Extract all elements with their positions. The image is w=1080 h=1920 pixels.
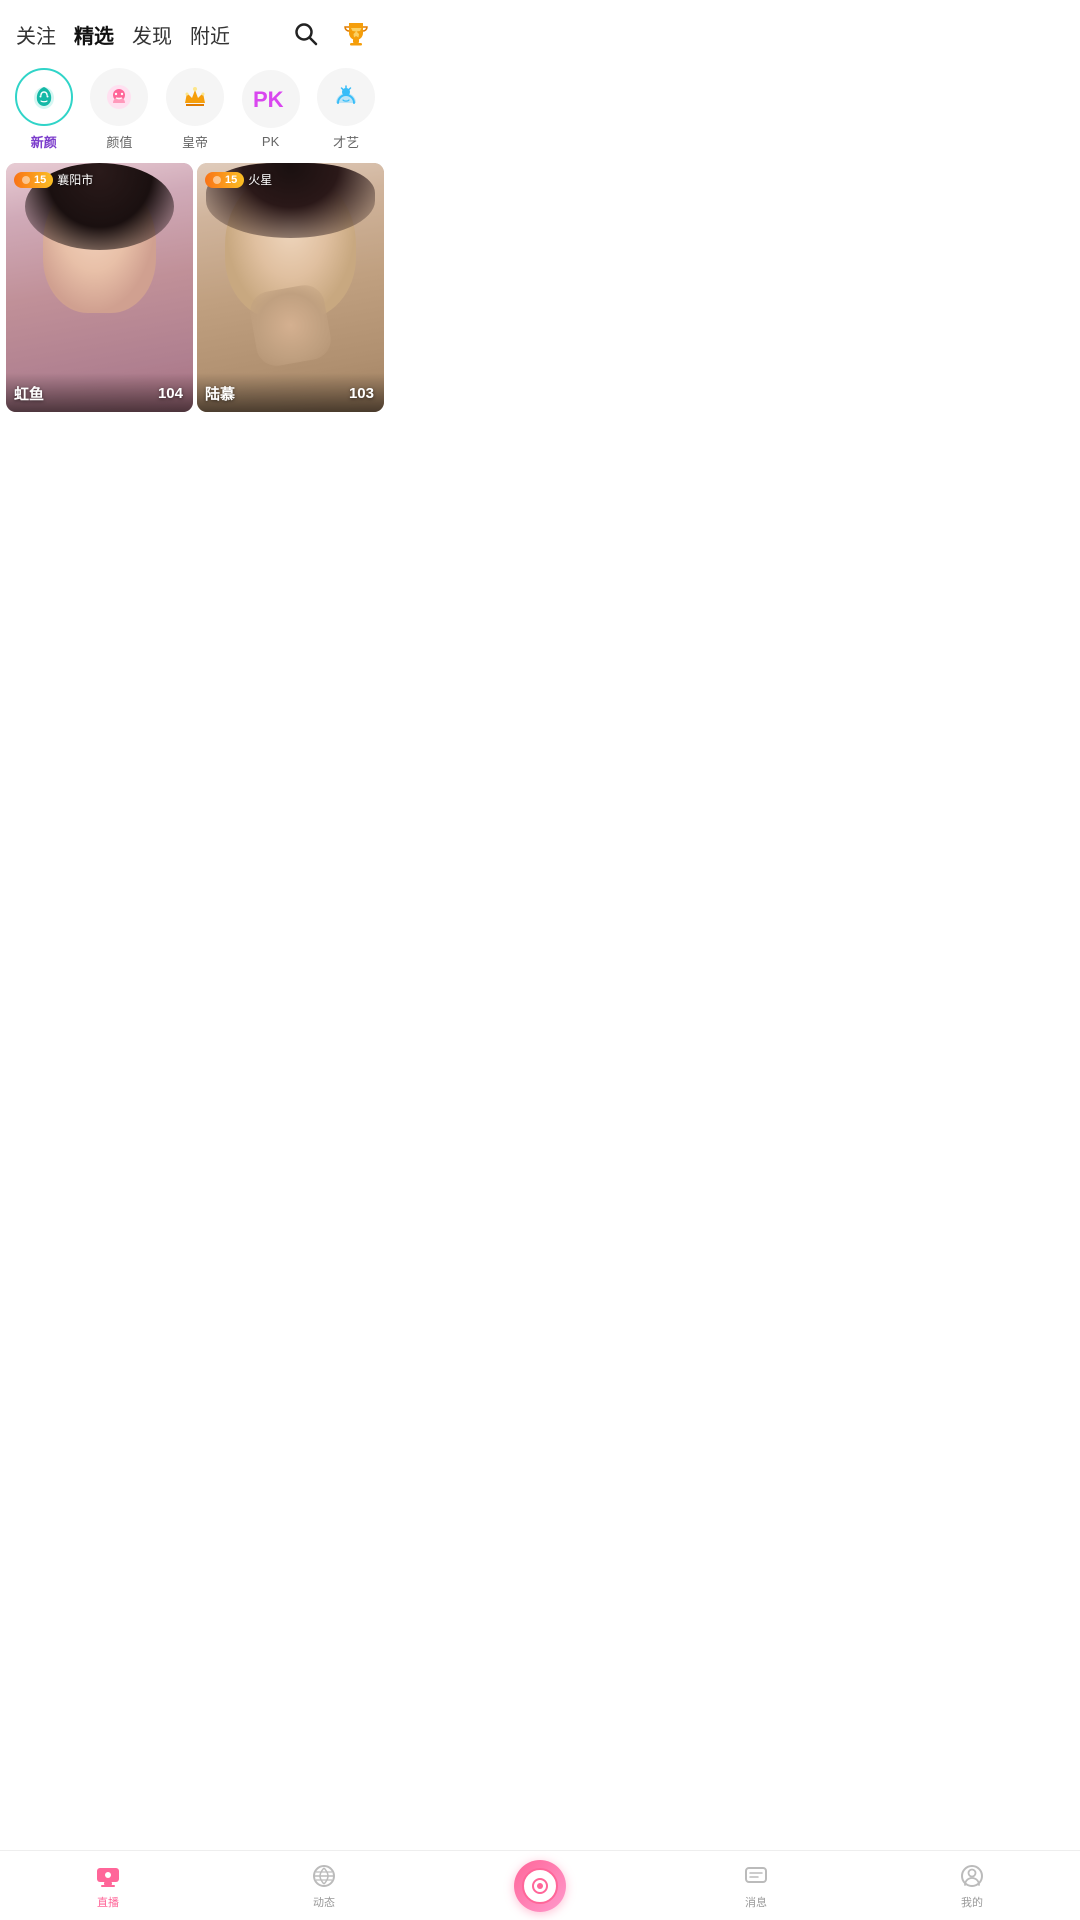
category-row: 新颜 颜值 <box>0 60 390 155</box>
looks-icon-wrap <box>90 68 148 126</box>
nav-messages-label: 消息 <box>745 1894 767 1910</box>
emperor-icon-wrap <box>166 68 224 126</box>
publish-button[interactable] <box>514 1860 566 1912</box>
category-new-face[interactable]: 新颜 <box>10 68 78 151</box>
stream-2-level-badge: 15 <box>205 172 244 188</box>
looks-label: 颜值 <box>106 132 132 151</box>
nav-moments[interactable]: 动态 <box>216 1862 432 1910</box>
stream-1-count: 104 <box>158 385 183 402</box>
talent-icon-wrap <box>317 68 375 126</box>
stream-2-name: 陆慕 <box>205 386 235 403</box>
stream-card-1[interactable]: 15 襄阳市 虹鱼 104 <box>6 163 193 412</box>
tab-nearby[interactable]: 附近 <box>190 20 230 49</box>
stream-2-count: 103 <box>349 385 374 402</box>
search-button[interactable] <box>288 16 324 52</box>
header: 关注 精选 发现 附近 <box>0 0 390 60</box>
new-face-icon-wrap <box>15 68 73 126</box>
stream-1-location: 襄阳市 <box>57 171 93 188</box>
stream-1-name: 虹鱼 <box>14 386 44 403</box>
new-face-label: 新颜 <box>31 132 57 151</box>
live-icon <box>94 1862 122 1890</box>
nav-publish[interactable] <box>432 1860 648 1912</box>
stream-1-badge-area: 15 襄阳市 <box>14 171 93 188</box>
tab-featured[interactable]: 精选 <box>74 20 114 49</box>
category-talent[interactable]: 才艺 <box>312 68 380 151</box>
stream-card-2[interactable]: 15 火星 陆慕 103 <box>197 163 384 412</box>
nav-mine[interactable]: 我的 <box>864 1862 1080 1910</box>
nav-messages[interactable]: 消息 <box>648 1862 864 1910</box>
pk-label: PK <box>262 134 279 149</box>
stream-2-badge-area: 15 火星 <box>205 171 272 188</box>
category-pk[interactable]: PK PK <box>237 70 305 149</box>
stream-1-level-badge: 15 <box>14 172 53 188</box>
stream-grid: 15 襄阳市 虹鱼 104 15 <box>0 155 390 420</box>
header-icons <box>288 16 374 52</box>
publish-icon-wrap <box>522 1868 558 1904</box>
stream-2-location: 火星 <box>248 171 272 188</box>
mine-icon <box>958 1862 986 1890</box>
nav-moments-label: 动态 <box>313 1894 335 1910</box>
category-looks[interactable]: 颜值 <box>86 68 154 151</box>
moments-icon <box>310 1862 338 1890</box>
nav-mine-label: 我的 <box>961 1894 983 1910</box>
nav-live[interactable]: 直播 <box>0 1862 216 1910</box>
talent-label: 才艺 <box>333 132 359 151</box>
bottom-nav: 直播 动态 <box>0 1850 1080 1920</box>
trophy-button[interactable] <box>338 16 374 52</box>
svg-text:PK: PK <box>253 87 284 112</box>
messages-icon <box>742 1862 770 1890</box>
emperor-label: 皇帝 <box>182 132 208 151</box>
category-emperor[interactable]: 皇帝 <box>161 68 229 151</box>
nav-tabs: 关注 精选 发现 附近 <box>16 20 288 49</box>
tab-follow[interactable]: 关注 <box>16 20 56 49</box>
pk-icon-wrap: PK <box>242 70 300 128</box>
nav-live-label: 直播 <box>97 1894 119 1910</box>
tab-discover[interactable]: 发现 <box>132 20 172 49</box>
